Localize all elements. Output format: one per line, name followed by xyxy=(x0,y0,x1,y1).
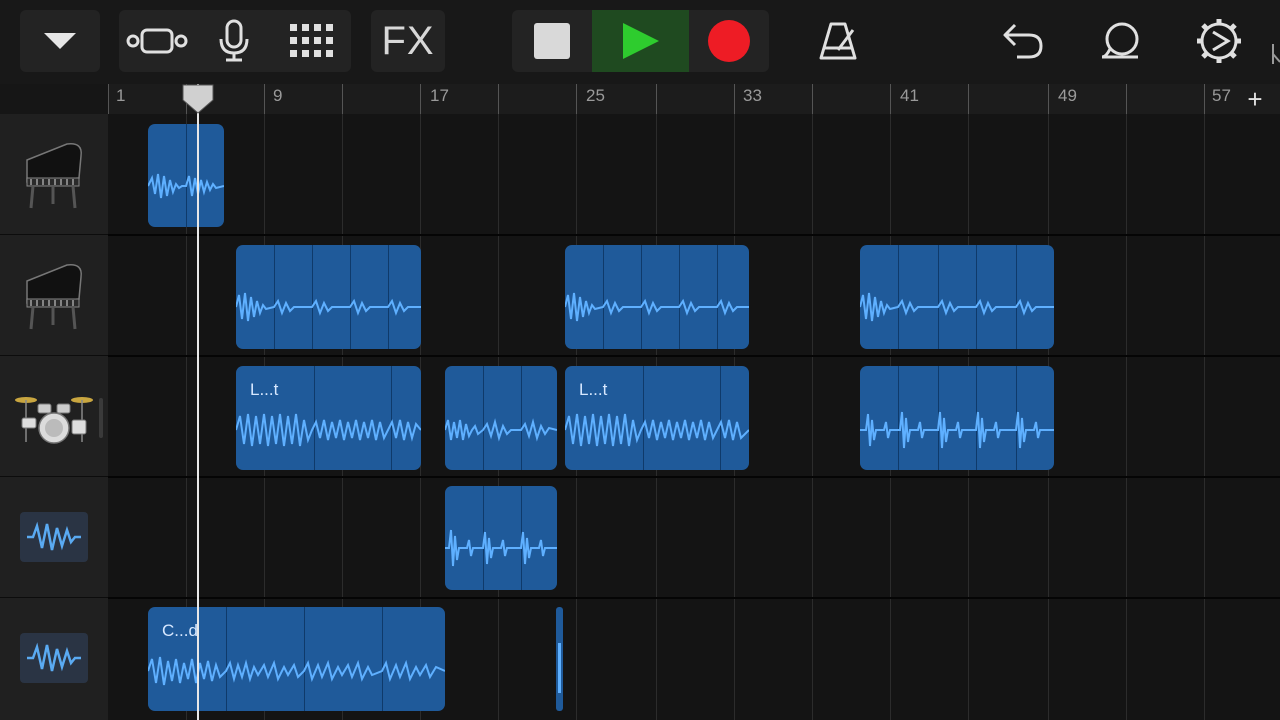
track-header-1[interactable] xyxy=(0,114,108,235)
loop-browser-icon xyxy=(1101,22,1139,59)
metronome-button[interactable] xyxy=(805,10,871,72)
track-headers xyxy=(0,114,108,720)
add-section-button[interactable]: + xyxy=(1240,84,1270,114)
drum-kit-icon xyxy=(15,397,93,444)
ruler-marker: 57 xyxy=(1212,86,1231,105)
stop-icon xyxy=(534,23,570,59)
grid-icon xyxy=(290,24,333,57)
stop-button[interactable] xyxy=(512,10,592,72)
drummer-region[interactable]: L...t xyxy=(236,366,421,470)
fx-button[interactable]: FX xyxy=(371,10,445,72)
ruler-marker: 41 xyxy=(900,86,919,105)
metronome-icon xyxy=(819,22,857,60)
settings-icon xyxy=(1197,19,1241,63)
audio-region[interactable] xyxy=(236,245,421,349)
grand-piano-icon xyxy=(26,264,82,330)
region-label: L...t xyxy=(250,380,279,399)
audio-region[interactable] xyxy=(860,245,1054,349)
audio-region[interactable] xyxy=(565,245,749,349)
region-label: C...d xyxy=(162,621,198,640)
fx-label: FX xyxy=(381,18,435,63)
chevron-down-icon xyxy=(44,33,76,49)
playhead-handle[interactable] xyxy=(182,84,214,114)
drummer-region[interactable] xyxy=(445,366,557,470)
ruler-marker: 1 xyxy=(116,86,126,105)
grand-piano-icon xyxy=(26,143,82,209)
ruler-marker: 17 xyxy=(430,86,449,105)
play-icon xyxy=(622,23,659,59)
microphone-icon xyxy=(219,19,249,62)
transport-controls xyxy=(512,10,769,72)
settings-button[interactable] xyxy=(1186,10,1252,72)
smart-controls-button[interactable] xyxy=(195,10,273,72)
ruler-marker: 49 xyxy=(1058,86,1077,105)
ruler-marker: 33 xyxy=(743,86,762,105)
tracks-view-icon xyxy=(126,28,188,54)
loop-browser-button[interactable] xyxy=(1088,10,1154,72)
audio-region[interactable] xyxy=(148,124,224,227)
region-label: L...t xyxy=(579,380,608,399)
track-header-5[interactable] xyxy=(0,598,108,718)
track-header-3[interactable] xyxy=(0,356,108,477)
bar-ruler[interactable]: 1 9 17 25 33 41 49 57 xyxy=(108,84,1280,114)
drummer-region[interactable]: L...t xyxy=(565,366,749,470)
my-songs-dropdown-button[interactable] xyxy=(20,10,100,72)
track-header-4[interactable] xyxy=(0,477,108,598)
record-button[interactable] xyxy=(689,10,769,72)
control-bar: FX xyxy=(0,0,1280,84)
overflow-edge xyxy=(1270,44,1280,64)
undo-icon xyxy=(1003,23,1043,59)
ruler-marker: 25 xyxy=(586,86,605,105)
play-button[interactable] xyxy=(592,10,689,72)
grid-button[interactable] xyxy=(273,10,351,72)
tracks-area[interactable]: L...t L...t C...d xyxy=(108,114,1280,720)
tracks-view-button[interactable] xyxy=(119,10,195,72)
playhead[interactable] xyxy=(197,84,199,720)
track-header-2[interactable] xyxy=(0,235,108,356)
track-scroll-indicator[interactable] xyxy=(99,398,103,438)
undo-button[interactable] xyxy=(990,10,1056,72)
audio-waveform-icon xyxy=(20,512,88,562)
audio-region[interactable] xyxy=(445,486,557,590)
audio-region-small[interactable] xyxy=(556,607,563,711)
view-controls-group xyxy=(119,10,351,72)
record-icon xyxy=(708,20,750,62)
drummer-region[interactable] xyxy=(860,366,1054,470)
ruler-marker: 9 xyxy=(273,86,283,105)
audio-waveform-icon xyxy=(20,633,88,683)
audio-region[interactable]: C...d xyxy=(148,607,445,711)
